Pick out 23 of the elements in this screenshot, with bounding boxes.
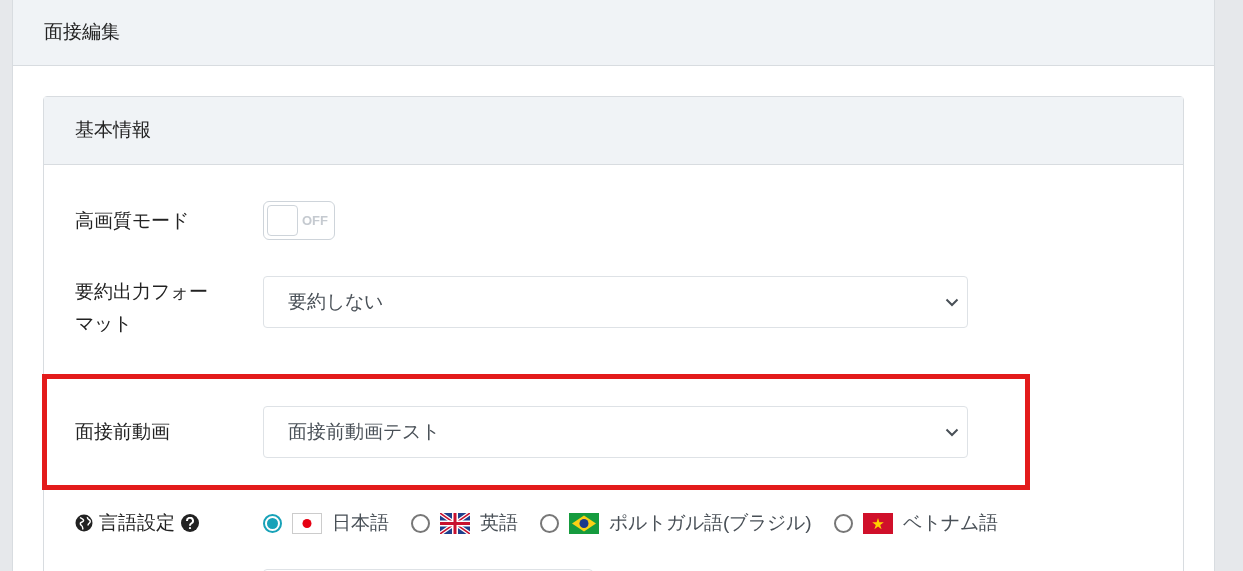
- chevron-down-icon: [945, 297, 959, 307]
- language-option[interactable]: 英語: [411, 509, 518, 538]
- language-option[interactable]: 日本語: [263, 509, 389, 538]
- field-label: 面接前動画: [75, 420, 171, 444]
- flag-icon: [862, 512, 893, 534]
- chevron-down-icon: [945, 427, 959, 437]
- flag-icon: [440, 512, 470, 534]
- flag-icon: [569, 512, 599, 534]
- radio-button[interactable]: [263, 513, 282, 533]
- page-title: 面接編集: [44, 20, 120, 45]
- section-title: 基本情報: [75, 118, 151, 143]
- radio-button[interactable]: [833, 513, 853, 533]
- field-label: 高画質モード: [75, 208, 190, 233]
- help-icon[interactable]: [181, 514, 199, 533]
- radio-button[interactable]: [411, 513, 430, 533]
- select-field[interactable]: 要約しない: [263, 276, 968, 328]
- select-field[interactable]: 面接前動画テスト: [263, 406, 968, 458]
- field-label: 要約出力フォーマット: [75, 280, 209, 336]
- flag-icon: [292, 512, 322, 534]
- radio-button[interactable]: [540, 513, 559, 533]
- language-option[interactable]: ポルトガル語(ブラジル): [540, 509, 812, 538]
- field-label: 言語設定: [99, 511, 175, 535]
- language-option[interactable]: ベトナム語: [833, 509, 998, 538]
